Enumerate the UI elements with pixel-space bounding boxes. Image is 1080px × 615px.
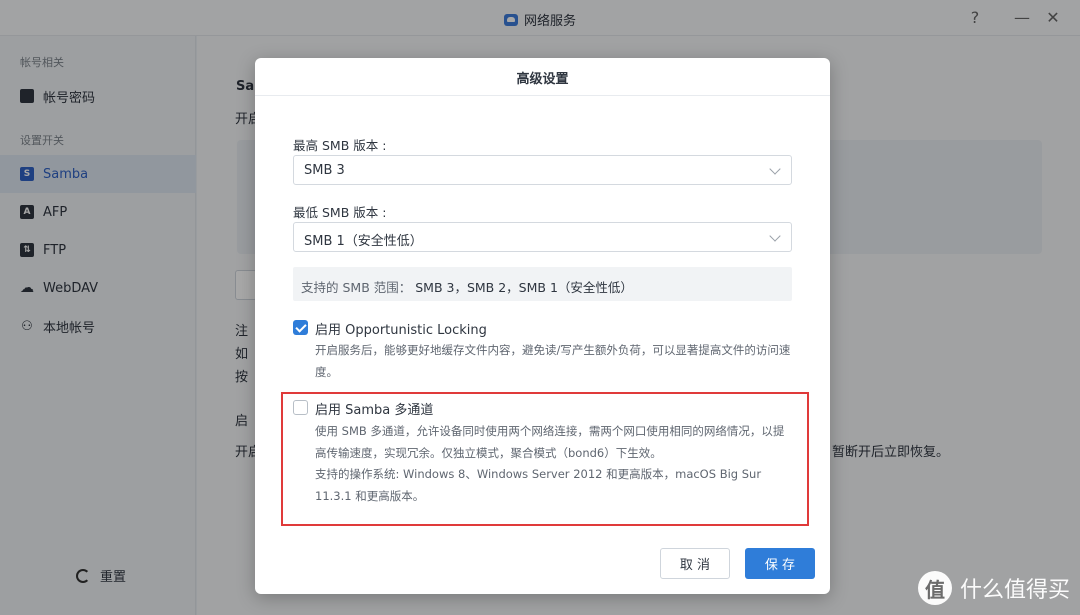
chevron-down-icon	[769, 230, 781, 242]
watermark-logo-icon: 值	[917, 571, 952, 605]
oplock-description: 开启服务后，能够更好地缓存文件内容，避免读/写产生额外负荷，可以显著提高文件的访…	[315, 343, 791, 379]
dialog-title: 高级设置	[255, 58, 830, 96]
max-smb-label: 最高 SMB 版本 :	[293, 138, 387, 153]
min-smb-select[interactable]: SMB 1（安全性低）	[293, 222, 792, 252]
max-smb-select[interactable]: SMB 3	[293, 155, 792, 185]
multichannel-checkbox[interactable]	[293, 400, 308, 415]
oplock-label[interactable]: 启用 Opportunistic Locking	[315, 319, 487, 338]
cancel-button[interactable]: 取 消	[660, 548, 730, 579]
watermark: 值 什么值得买	[917, 571, 1070, 605]
multichannel-label[interactable]: 启用 Samba 多通道	[315, 399, 433, 418]
advanced-settings-dialog: 高级设置 最高 SMB 版本 : SMB 3 最低 SMB 版本 : SMB 1…	[255, 58, 830, 594]
save-button[interactable]: 保 存	[745, 548, 815, 579]
multichannel-description: 使用 SMB 多通道，允许设备同时使用两个网络连接，需两个网口使用相同的网络情况…	[315, 424, 785, 460]
multichannel-os-support: 支持的操作系统: Windows 8、Windows Server 2012 和…	[315, 467, 762, 503]
min-smb-label: 最低 SMB 版本 :	[293, 205, 387, 220]
watermark-text: 什么值得买	[959, 578, 1070, 603]
oplock-checkbox[interactable]	[293, 320, 308, 335]
chevron-down-icon	[769, 163, 781, 175]
smb-range-info: 支持的 SMB 范围： SMB 3，SMB 2，SMB 1（安全性低）	[293, 267, 792, 301]
